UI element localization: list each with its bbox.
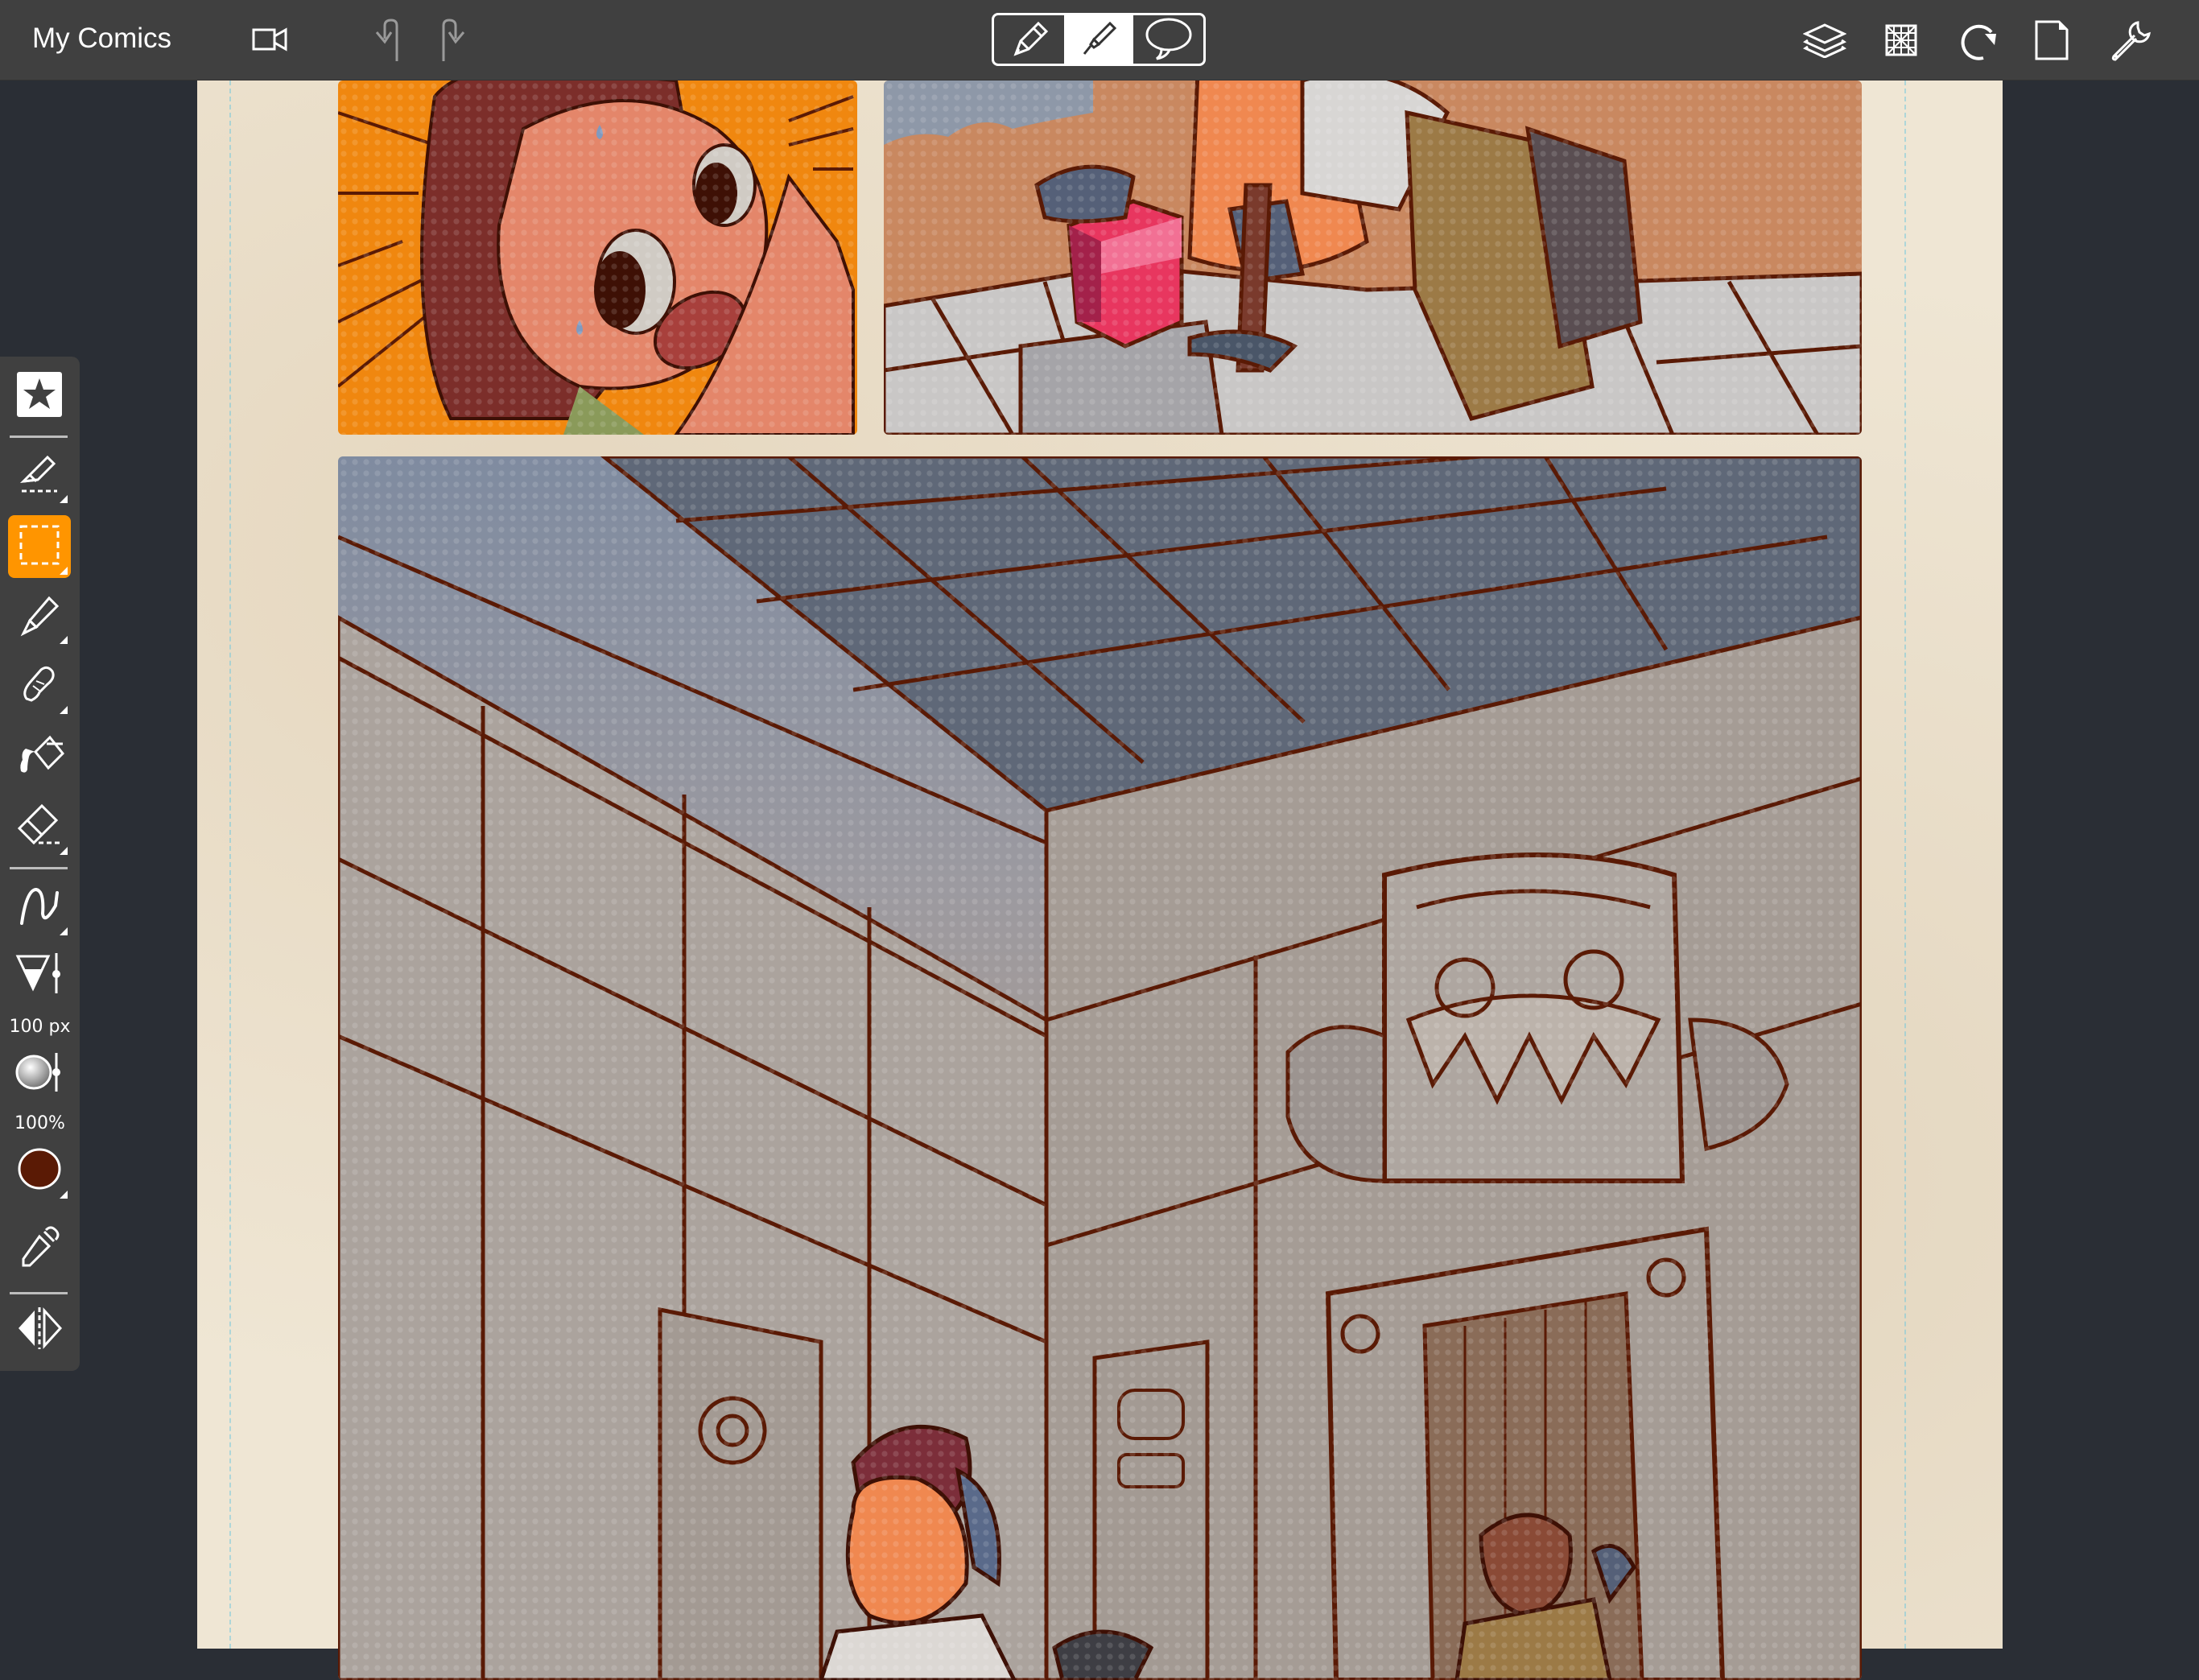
opacity-value: 100% [14, 1113, 65, 1133]
ink-pen-icon [1076, 15, 1121, 64]
margin-guide-left [229, 80, 231, 1649]
favorites-button[interactable] [8, 365, 71, 427]
ink-pen-mode-button[interactable] [1063, 15, 1134, 64]
mode-switcher [992, 13, 1206, 66]
color-picker-button[interactable] [8, 1139, 71, 1202]
smudge-tool-button[interactable] [8, 654, 71, 717]
submenu-indicator [60, 706, 68, 714]
brush-size-value: 100 px [9, 1017, 71, 1037]
toolbar-divider [10, 867, 68, 869]
undo-icon[interactable] [370, 18, 406, 63]
toolbar-divider [10, 435, 68, 438]
pen-icon [15, 590, 64, 642]
pencil-icon [1006, 15, 1051, 64]
record-video-icon[interactable] [252, 27, 289, 52]
page-icon[interactable] [2035, 20, 2069, 60]
panel-temple-interior-art [338, 456, 1862, 1680]
tool-sidebar: 100 px 100% [0, 357, 80, 1371]
stroke-curve-icon [15, 881, 64, 934]
redo-icon[interactable] [435, 18, 470, 63]
speech-bubble-icon [1144, 15, 1194, 64]
submenu-indicator [60, 847, 68, 855]
panel-girl-closeup[interactable] [338, 80, 857, 435]
submenu-indicator [60, 927, 68, 935]
color-swatch-icon [17, 1146, 62, 1195]
star-icon [17, 371, 62, 421]
panel-gem-grab-art [884, 80, 1862, 435]
speech-bubble-mode-button[interactable] [1133, 15, 1203, 64]
opacity-button[interactable] [8, 1042, 71, 1105]
brush-size-icon [14, 951, 64, 1001]
paint-bucket-icon [14, 731, 65, 783]
submenu-indicator [60, 495, 68, 503]
brush-size-button[interactable] [8, 944, 71, 1007]
submenu-indicator [60, 567, 68, 575]
eraser-tool-button[interactable] [8, 795, 71, 858]
flip-horizontal-icon [15, 1306, 64, 1355]
ruler-pen-icon [15, 449, 64, 502]
panel-girl-closeup-art [338, 80, 855, 435]
opacity-icon [14, 1050, 64, 1099]
eyedropper-icon [15, 1222, 64, 1274]
ruler-pen-tool-button[interactable] [8, 444, 71, 506]
comic-page-canvas[interactable] [197, 80, 2003, 1680]
pen-tool-button[interactable] [8, 584, 71, 647]
top-bar: My Comics [0, 0, 2199, 80]
gallery-title-button[interactable]: My Comics [32, 23, 171, 55]
pencil-mode-button[interactable] [994, 15, 1064, 64]
perspective-guide-icon[interactable] [1885, 24, 1917, 56]
panel-gem-grab[interactable] [884, 80, 1862, 435]
settings-wrench-icon[interactable] [2109, 18, 2154, 63]
selection-rectangle-icon [18, 523, 61, 571]
panel-temple-interior[interactable] [338, 456, 1862, 1680]
selection-tool-button[interactable] [8, 515, 71, 578]
smudge-finger-icon [15, 660, 64, 712]
toolbar-divider [10, 1292, 68, 1294]
eyedropper-button[interactable] [8, 1216, 71, 1279]
layers-icon[interactable] [1803, 23, 1846, 58]
stroke-style-button[interactable] [8, 876, 71, 939]
flip-canvas-button[interactable] [8, 1298, 71, 1361]
submenu-indicator [60, 1191, 68, 1199]
eraser-icon [14, 801, 64, 853]
rotate-canvas-icon[interactable] [1956, 21, 1999, 61]
paint-bucket-tool-button[interactable] [8, 725, 71, 788]
margin-guide-right [1904, 80, 1906, 1649]
submenu-indicator [60, 636, 68, 644]
